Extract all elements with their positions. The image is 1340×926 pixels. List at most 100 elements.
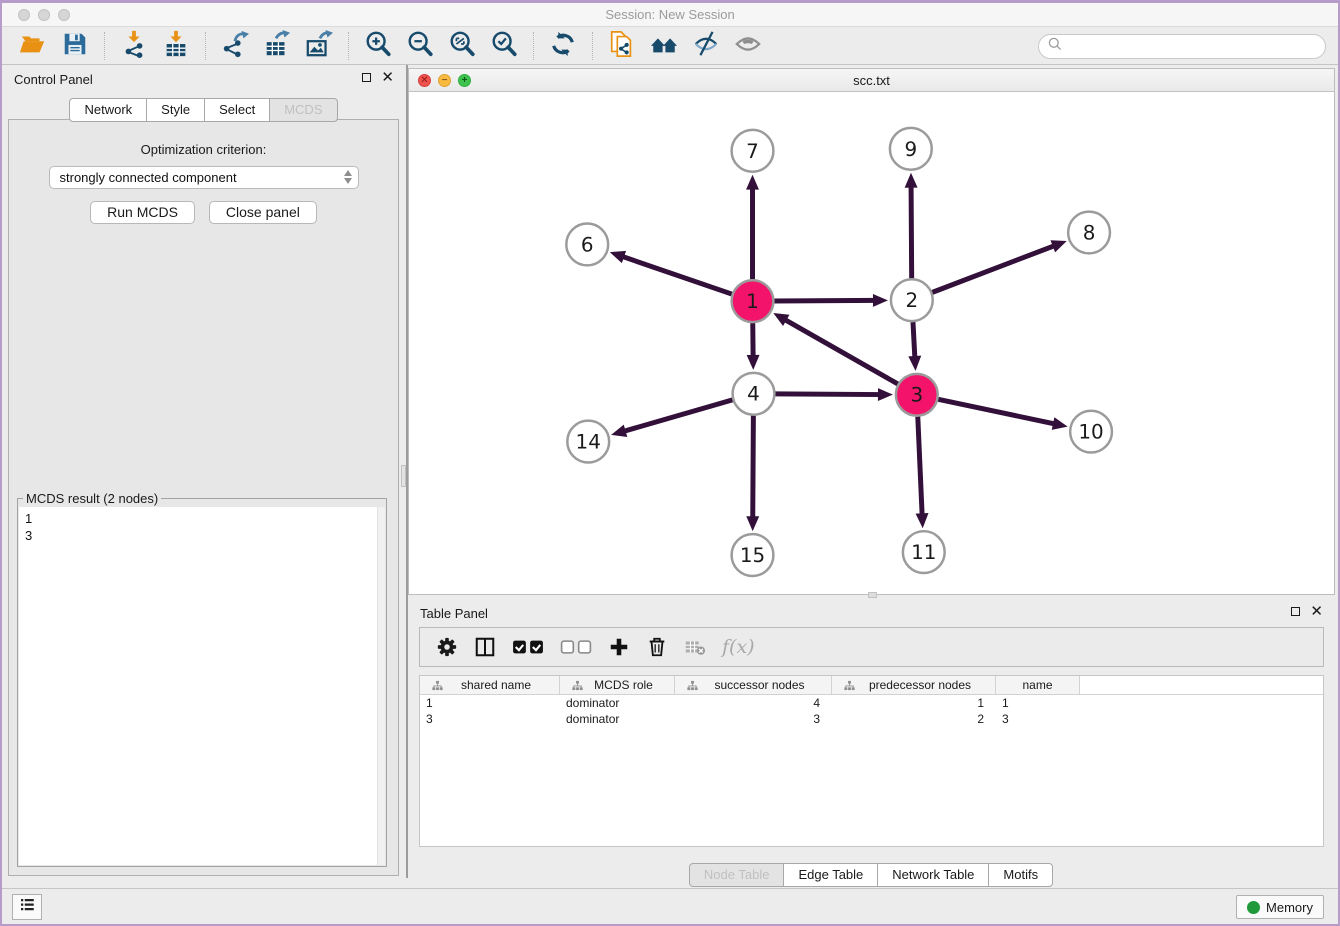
table-cell[interactable]: dominator [560, 695, 675, 711]
unchecked-boxes-icon [560, 638, 592, 656]
table-cell[interactable]: 1 [832, 695, 996, 711]
apply-layout-button[interactable] [547, 30, 579, 62]
graph-edge-4-15[interactable] [753, 416, 754, 520]
graph-node-label-7: 7 [746, 140, 759, 163]
show-details-button[interactable] [732, 30, 764, 62]
tab-select[interactable]: Select [204, 98, 270, 122]
save-session-button[interactable] [59, 30, 91, 62]
search-box[interactable] [1038, 34, 1326, 59]
zoom-fit-button[interactable] [446, 30, 478, 62]
graph-edge-2-9[interactable] [911, 185, 912, 279]
tab-motifs[interactable]: Motifs [988, 863, 1053, 887]
hierarchy-icon [838, 680, 859, 691]
select-all-rows-button[interactable] [512, 638, 544, 656]
graph-edge-3-11[interactable] [918, 417, 922, 517]
close-table-panel-icon[interactable]: ✕ [1310, 606, 1323, 617]
float-panel-icon[interactable] [362, 73, 371, 82]
vertical-split-handle[interactable] [401, 465, 406, 487]
export-network-button[interactable] [219, 30, 251, 62]
import-table-button[interactable] [160, 30, 192, 62]
graph-edge-arrowhead [746, 175, 759, 190]
optimization-criterion-dropdown[interactable]: strongly connected component [49, 166, 359, 189]
column-header-mcds-role[interactable]: MCDS role [560, 676, 675, 694]
network-view-window: ✕ − + scc.txt 7968124314101511 [408, 68, 1335, 595]
graph-node-label-10: 10 [1078, 421, 1103, 444]
result-scrollbar[interactable] [377, 507, 385, 865]
column-header-label: predecessor nodes [859, 678, 995, 692]
dropdown-selected-value: strongly connected component [60, 170, 237, 185]
graph-edge-4-14[interactable] [623, 400, 733, 432]
column-manager-button[interactable] [474, 636, 496, 658]
export-table-button[interactable] [261, 30, 293, 62]
run-mcds-button[interactable]: Run MCDS [90, 201, 195, 224]
deselect-all-rows-button[interactable] [560, 638, 592, 656]
zoom-in-icon [364, 30, 392, 63]
add-column-button[interactable] [608, 636, 630, 658]
graph-edge-arrowhead [878, 388, 893, 401]
table-cell[interactable]: 1 [420, 695, 560, 711]
table-cell[interactable]: 4 [675, 695, 832, 711]
graph-node-label-6: 6 [581, 233, 594, 256]
column-header-predecessor-nodes[interactable]: predecessor nodes [832, 676, 996, 694]
graph-edge-3-10[interactable] [938, 399, 1056, 424]
graph-edge-arrowhead [873, 294, 888, 307]
close-panel-button[interactable]: Close panel [209, 201, 317, 224]
zoom-selected-button[interactable] [488, 30, 520, 62]
new-network-button[interactable] [606, 30, 638, 62]
hide-details-button[interactable] [690, 30, 722, 62]
hierarchy-icon [426, 680, 447, 691]
graph-edge-arrowhead [905, 173, 918, 188]
mcds-result-text-area[interactable]: 1 3 [19, 507, 385, 865]
close-panel-icon[interactable]: ✕ [381, 72, 394, 83]
tab-edge-table[interactable]: Edge Table [783, 863, 878, 887]
table-cell[interactable]: 3 [420, 711, 560, 727]
open-session-button[interactable] [17, 30, 49, 62]
zoom-out-button[interactable] [404, 30, 436, 62]
network-canvas[interactable]: 7968124314101511 [409, 92, 1334, 594]
control-panel-header: Control Panel ✕ [2, 65, 406, 93]
table-cell[interactable]: 3 [675, 711, 832, 727]
delete-column-button[interactable] [646, 636, 668, 658]
horizontal-split-handle[interactable] [868, 592, 877, 598]
graph-edge-2-3[interactable] [913, 322, 915, 359]
optimization-criterion-label: Optimization criterion: [9, 142, 398, 157]
graph-edge-2-8[interactable] [932, 245, 1055, 292]
graph-edge-1-2[interactable] [774, 300, 876, 301]
column-header-label: shared name [447, 678, 559, 692]
graph-edge-3-1[interactable] [784, 319, 898, 384]
table-row[interactable]: 1dominator411 [420, 695, 1323, 711]
task-history-button[interactable] [12, 894, 42, 920]
export-image-button[interactable] [303, 30, 335, 62]
title-bar: Session: New Session [2, 3, 1338, 27]
memory-button[interactable]: Memory [1236, 895, 1324, 919]
graph-node-label-3: 3 [910, 384, 923, 407]
table-panel-header: Table Panel ✕ [408, 599, 1335, 627]
zoom-selected-icon [490, 30, 518, 63]
graph-edge-1-6[interactable] [621, 256, 732, 294]
function-builder-button: f(x) [722, 636, 755, 658]
application-window: Session: New Session Control Panel ✕ Net… [0, 0, 1340, 926]
table-cell[interactable]: 1 [996, 695, 1080, 711]
float-table-panel-icon[interactable] [1291, 607, 1300, 616]
tab-mcds[interactable]: MCDS [269, 98, 337, 122]
table-row[interactable]: 3dominator323 [420, 711, 1323, 727]
table-cell[interactable]: 3 [996, 711, 1080, 727]
graph-edge-4-3[interactable] [775, 394, 881, 395]
zoom-in-button[interactable] [362, 30, 394, 62]
table-cell[interactable]: 2 [832, 711, 996, 727]
import-network-button[interactable] [118, 30, 150, 62]
search-input[interactable] [1063, 39, 1325, 54]
column-header-name[interactable]: name [996, 676, 1080, 694]
column-header-successor-nodes[interactable]: successor nodes [675, 676, 832, 694]
zoom-fit-icon [448, 30, 476, 63]
graph-edge-arrowhead [1052, 417, 1068, 430]
tab-node-table[interactable]: Node Table [689, 863, 785, 887]
reset-view-button[interactable] [648, 30, 680, 62]
tab-style[interactable]: Style [146, 98, 205, 122]
tab-network-table[interactable]: Network Table [877, 863, 989, 887]
tab-network[interactable]: Network [69, 98, 147, 122]
table-settings-button[interactable] [436, 636, 458, 658]
column-header-shared-name[interactable]: shared name [420, 676, 560, 694]
table-cell[interactable]: dominator [560, 711, 675, 727]
graph-node-label-4: 4 [747, 383, 760, 406]
